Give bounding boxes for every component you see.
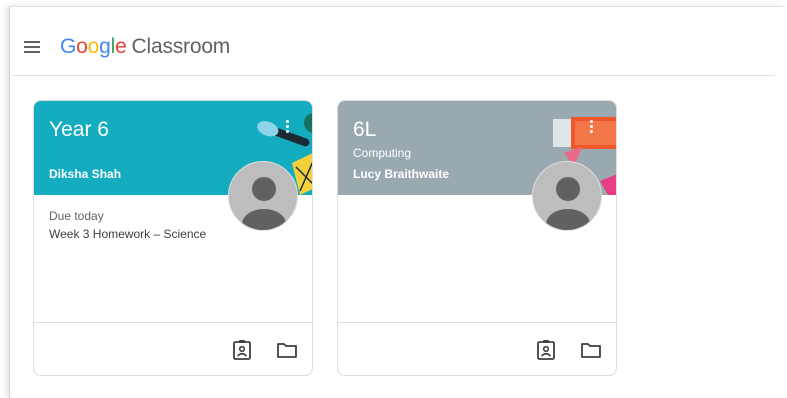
- assignment-ind-icon[interactable]: [535, 339, 557, 361]
- class-card[interactable]: Year 6 Diksha Shah Due today Week 3 Home…: [33, 100, 313, 376]
- hamburger-menu-icon[interactable]: [24, 40, 44, 54]
- product-name: Classroom: [131, 35, 231, 58]
- class-section[interactable]: Computing: [353, 146, 411, 160]
- class-title[interactable]: Year 6: [49, 118, 109, 142]
- more-vert-icon[interactable]: [282, 120, 292, 136]
- person-avatar-icon: [532, 161, 602, 231]
- card-footer-divider: [34, 322, 312, 323]
- folder-icon[interactable]: [276, 339, 298, 361]
- due-label: Due today: [49, 209, 104, 223]
- logo-letter: G: [60, 35, 77, 58]
- header-divider: [13, 75, 775, 76]
- logo-letter: e: [115, 35, 127, 58]
- class-teacher[interactable]: Lucy Braithwaite: [353, 167, 449, 181]
- google-classroom-logo[interactable]: Google Classroom: [60, 35, 230, 59]
- more-vert-icon[interactable]: [586, 120, 596, 136]
- class-teacher[interactable]: Diksha Shah: [49, 167, 121, 181]
- logo-letter: o: [87, 35, 100, 58]
- class-card[interactable]: 6L Computing Lucy Braithwaite: [337, 100, 617, 376]
- logo-letter: o: [76, 35, 88, 58]
- due-assignment-link[interactable]: Week 3 Homework – Science: [49, 227, 206, 241]
- class-title[interactable]: 6L: [353, 118, 376, 142]
- card-footer-divider: [338, 322, 616, 323]
- assignment-ind-icon[interactable]: [231, 339, 253, 361]
- folder-icon[interactable]: [580, 339, 602, 361]
- top-app-bar: Google Classroom: [13, 24, 775, 70]
- logo-letter: g: [99, 35, 111, 58]
- person-avatar-icon: [228, 161, 298, 231]
